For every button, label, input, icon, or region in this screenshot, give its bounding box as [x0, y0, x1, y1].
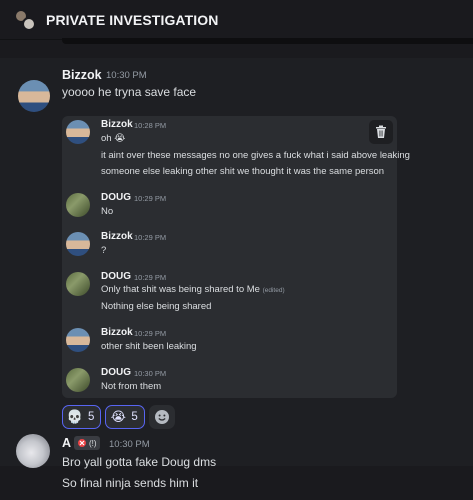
- forwarded-line: oh 😭: [101, 133, 126, 144]
- forwarded-author[interactable]: Bizzok: [101, 119, 133, 130]
- forwarded-line: Not from them: [101, 381, 162, 392]
- message-author[interactable]: Bizzok: [62, 68, 102, 82]
- forwarded-author[interactable]: DOUG: [101, 367, 131, 378]
- avatar[interactable]: [66, 368, 90, 392]
- message-author[interactable]: A: [62, 436, 71, 450]
- message-text: Bro yall gotta fake Doug dms: [62, 455, 217, 469]
- role-badge[interactable]: (!): [74, 436, 100, 450]
- forwarded-author[interactable]: DOUG: [101, 192, 131, 203]
- badge-label: (!): [89, 438, 97, 448]
- channel-title: PRIVATE INVESTIGATION: [46, 11, 219, 28]
- forwarded-author[interactable]: DOUG: [101, 271, 131, 282]
- avatar[interactable]: [66, 120, 90, 144]
- forwarded-messages-embed: Bizzok 10:28 PM oh 😭 it aint over these …: [62, 116, 410, 398]
- reaction-skull[interactable]: 💀 5: [62, 405, 102, 429]
- forwarded-timestamp: 10:29 PM: [134, 329, 167, 338]
- message-timestamp: 10:30 PM: [109, 439, 150, 450]
- forwarded-author[interactable]: Bizzok: [101, 327, 133, 338]
- message-text: So final ninja sends him it: [62, 476, 199, 490]
- forwarded-line: ?: [101, 245, 107, 256]
- forwarded-line: someone else leaking other shit we thoug…: [101, 166, 385, 177]
- delete-embed-button[interactable]: [369, 120, 393, 144]
- reaction-crying[interactable]: 😭 5: [105, 405, 145, 429]
- avatar[interactable]: [66, 193, 90, 217]
- avatar[interactable]: [18, 80, 50, 112]
- message-bizzok[interactable]: Bizzok 10:30 PM yoooo he tryna save face…: [0, 58, 473, 466]
- forwarded-line: No: [101, 206, 114, 217]
- trash-icon: [376, 125, 386, 138]
- add-reaction-button[interactable]: [148, 405, 175, 429]
- clan-tag-icon: [78, 439, 86, 447]
- forwarded-timestamp: 10:29 PM: [134, 233, 167, 242]
- avatar[interactable]: [66, 232, 90, 256]
- message-list: Bizzok 10:30 PM yoooo he tryna save face…: [0, 44, 473, 500]
- forwarded-line: other shit been leaking: [101, 341, 197, 352]
- group-dm-icon[interactable]: [14, 8, 36, 31]
- message-timestamp: 10:30 PM: [106, 70, 147, 81]
- forwarded-line: Only that shit was being shared to Me (e…: [101, 284, 285, 295]
- reaction-count: 5: [88, 411, 95, 423]
- forwarded-timestamp: 10:29 PM: [134, 273, 167, 282]
- avatar[interactable]: [16, 434, 50, 468]
- channel-header: PRIVATE INVESTIGATION: [0, 0, 473, 40]
- crying-face-icon: 😭: [110, 409, 126, 424]
- skull-icon: 💀: [66, 409, 84, 424]
- forwarded-timestamp: 10:29 PM: [134, 194, 167, 203]
- forwarded-author[interactable]: Bizzok: [101, 231, 133, 242]
- add-emoji-icon: [154, 410, 169, 424]
- reactions-bar: 💀 5 😭 5: [62, 405, 175, 429]
- edited-label: (edited): [262, 287, 285, 294]
- forwarded-timestamp: 10:30 PM: [134, 369, 167, 378]
- forwarded-timestamp: 10:28 PM: [134, 121, 167, 130]
- reaction-count: 5: [131, 411, 138, 423]
- avatar[interactable]: [66, 328, 90, 352]
- forwarded-line: Nothing else being shared: [101, 301, 212, 312]
- avatar[interactable]: [66, 272, 90, 296]
- message-text: yoooo he tryna save face: [62, 85, 197, 99]
- forwarded-line: it aint over these messages no one gives…: [101, 150, 410, 161]
